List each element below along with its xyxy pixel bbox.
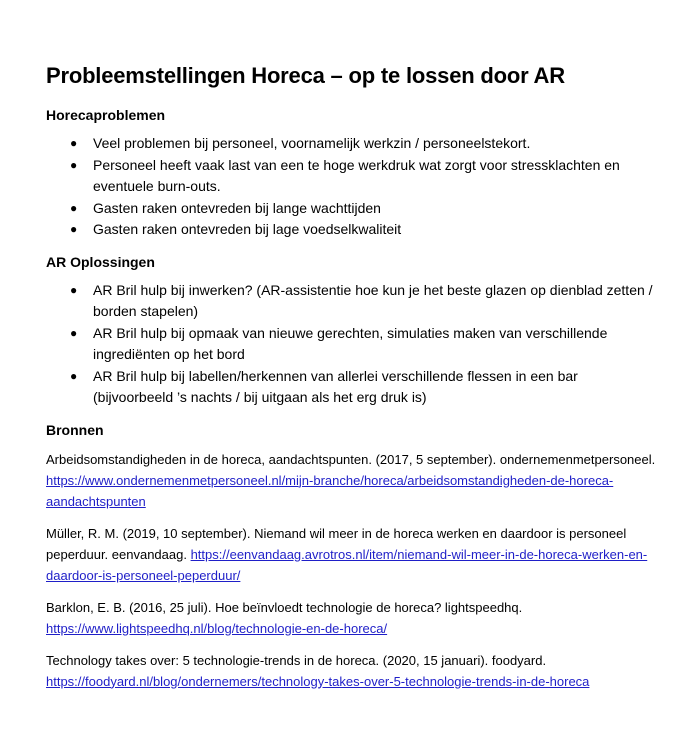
list-item: ● AR Bril hulp bij inwerken? (AR-assisten… [46, 280, 656, 323]
heading-horecaproblemen: Horecaproblemen [46, 107, 166, 123]
heading-ar-oplossingen: AR Oplossingen [46, 253, 155, 270]
reference-item: Müller, R. M. (2019, 10 september). Niem… [46, 523, 656, 586]
reference-text: Arbeidsomstandigheden in de horeca, aand… [46, 451, 656, 467]
bullet-icon: ● [70, 157, 78, 172]
list-item-text: AR Bril hulp bij labellen/herkennen van … [93, 367, 578, 406]
problems-list: ● Veel problemen bij personeel, voornamel… [46, 133, 656, 241]
reference-link[interactable]: https://www.ondernemenmetpersoneel.nl/mi… [46, 473, 613, 509]
bullet-icon: ● [70, 136, 78, 150]
list-item: ● Gasten raken ontevreden bij lange wacht… [46, 198, 656, 220]
bullet-icon: ● [70, 222, 78, 236]
list-item: ● AR Bril hulp bij labellen/herkennen van… [46, 366, 656, 409]
reference-link[interactable]: https://foodyard.nl/blog/ondernemers/tec… [46, 674, 589, 689]
list-item: ● Veel problemen bij personeel, voornamel… [46, 133, 656, 155]
list-item-text: Veel problemen bij personeel, voornameli… [93, 135, 531, 151]
list-item: ● Gasten raken ontevreden bij lage voedse… [46, 219, 656, 241]
list-item-text: Gasten raken ontevreden bij lange wachtt… [93, 199, 381, 216]
bullet-icon: ● [70, 325, 78, 340]
list-item-text: AR Bril hulp bij inwerken? (AR-assistent… [93, 281, 653, 320]
references-list: Arbeidsomstandigheden in de horeca, aand… [46, 449, 656, 692]
reference-link[interactable]: https://www.lightspeedhq.nl/blog/technol… [46, 621, 387, 636]
bullet-icon: ● [70, 368, 78, 383]
reference-text: Barklon, E. B. (2016, 25 juli). Hoe beïn… [46, 599, 523, 615]
list-item-text: AR Bril hulp bij opmaak van nieuwe gerec… [93, 324, 608, 363]
document-page: Probleemstellingen Horeca – op te lossen… [46, 62, 656, 703]
solutions-list: ● AR Bril hulp bij inwerken? (AR-assisten… [46, 280, 656, 409]
reference-item: Technology takes over: 5 technologie-tre… [46, 650, 656, 692]
reference-item: Arbeidsomstandigheden in de horeca, aand… [46, 449, 656, 512]
list-item: ● Personeel heeft vaak last van een te ho… [46, 155, 656, 198]
reference-item: Barklon, E. B. (2016, 25 juli). Hoe beïn… [46, 597, 656, 639]
list-item-text: Personeel heeft vaak last van een te hog… [93, 156, 620, 195]
bullet-icon: ● [70, 200, 78, 215]
page-title: Probleemstellingen Horeca – op te lossen… [46, 63, 565, 88]
bullet-icon: ● [70, 282, 78, 297]
heading-bronnen: Bronnen [46, 421, 104, 438]
list-item: ● AR Bril hulp bij opmaak van nieuwe gere… [46, 323, 656, 366]
list-item-text: Gasten raken ontevreden bij lage voedsel… [93, 221, 402, 237]
reference-text: Technology takes over: 5 technologie-tre… [46, 652, 547, 668]
